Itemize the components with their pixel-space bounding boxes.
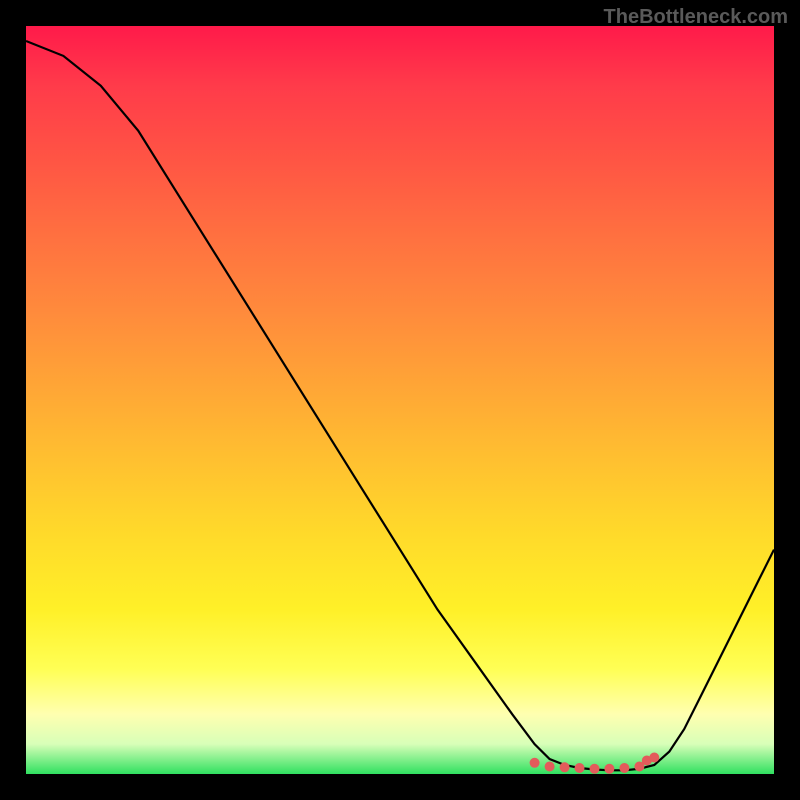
optimal-marker (619, 763, 629, 773)
optimal-marker (604, 764, 614, 774)
optimal-marker (545, 762, 555, 772)
optimal-marker (649, 753, 659, 763)
watermark-text: TheBottleneck.com (604, 6, 788, 29)
optimal-marker (530, 758, 540, 768)
plot-area (26, 26, 774, 774)
optimal-marker (590, 764, 600, 774)
optimal-marker (560, 762, 570, 772)
chart-svg (26, 26, 774, 774)
bottleneck-curve (26, 41, 774, 770)
optimal-marker (575, 763, 585, 773)
optimal-markers (530, 753, 660, 774)
